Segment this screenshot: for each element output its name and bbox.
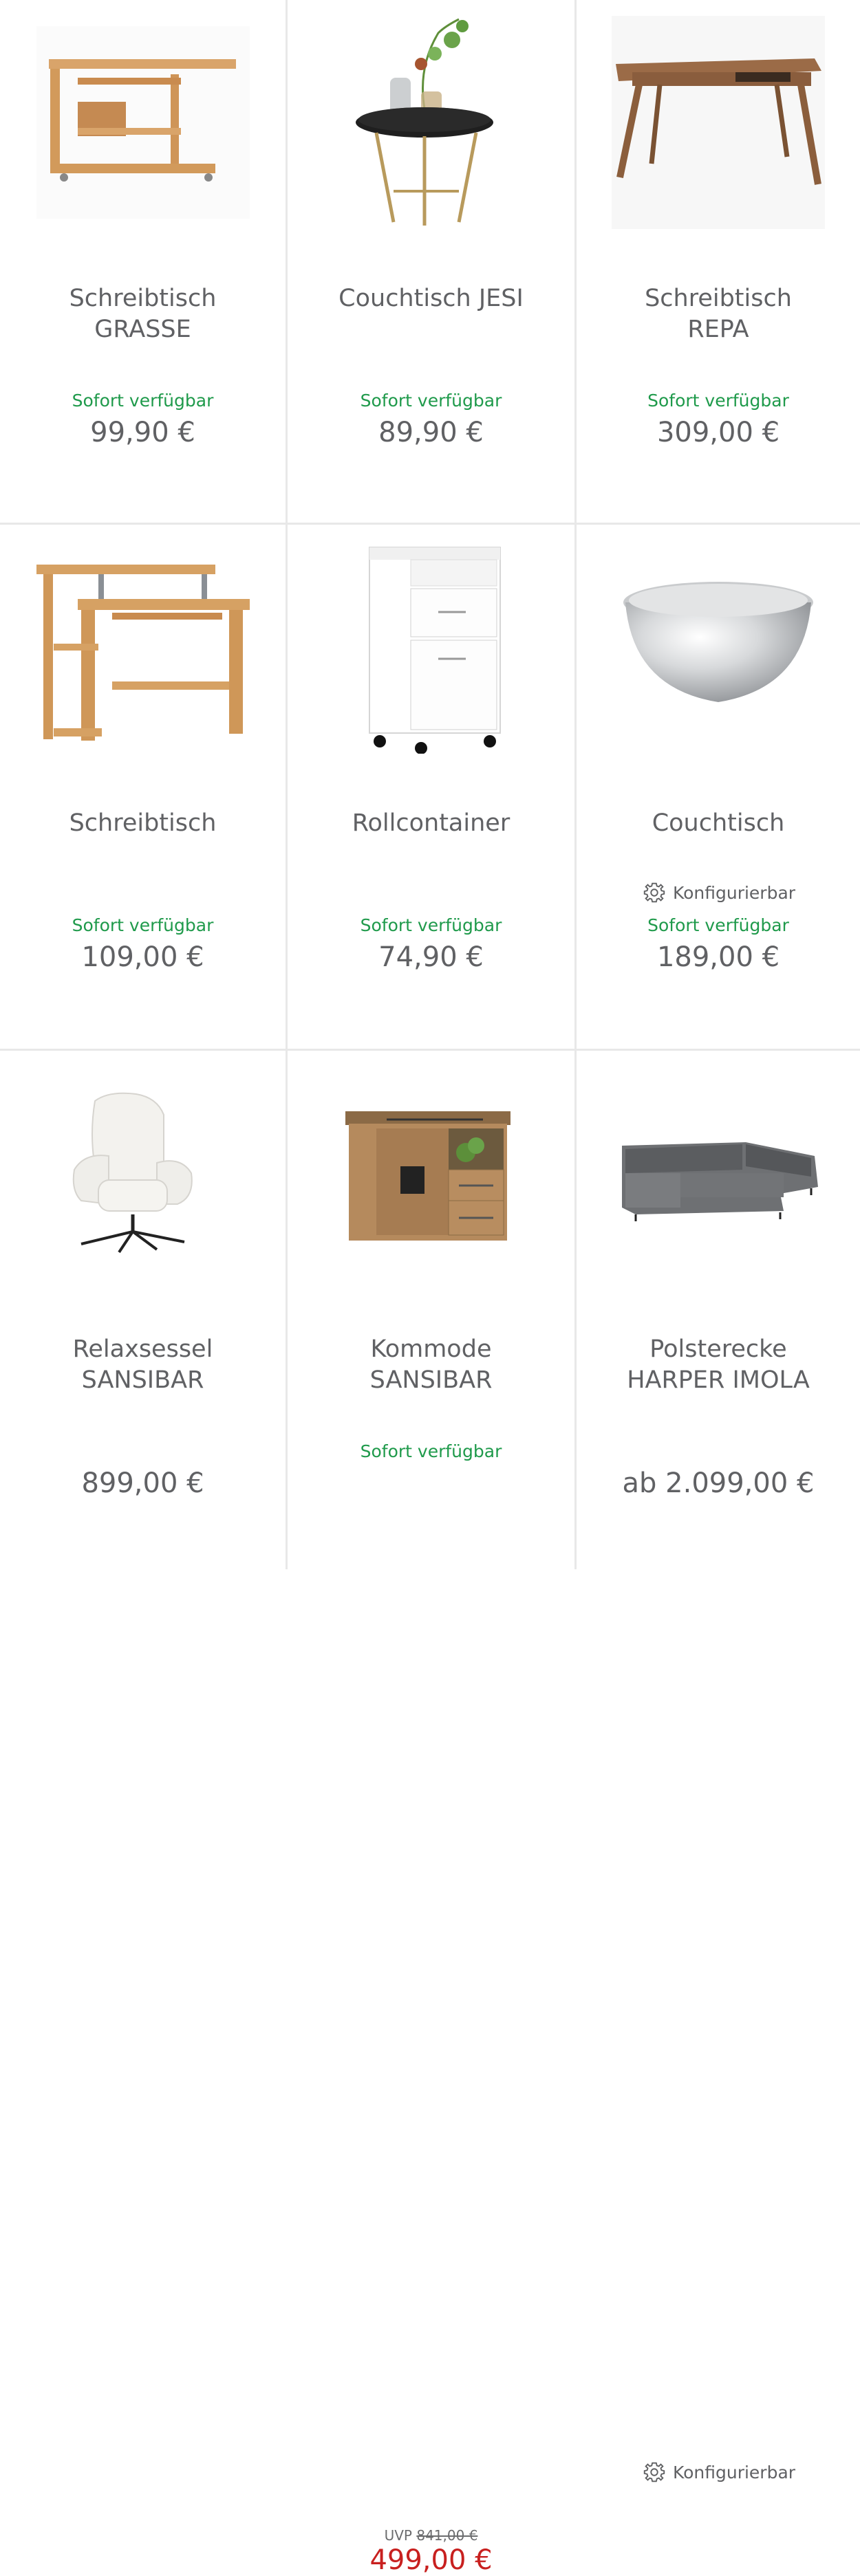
gear-icon [643,882,665,903]
price: ab 2.099,00 € [622,1467,815,1499]
availability-label: Sofort verfügbar [647,391,789,411]
sale-price: 499,00 € [369,2544,493,2576]
price: 899,00 € [81,1467,204,1499]
product-title[interactable]: Schreibtisch REPA [590,283,846,345]
product-image[interactable] [0,530,286,764]
gear-icon [643,2462,665,2482]
product-card-schreibtisch-repa[interactable]: Schreibtisch REPA Sofort verfügbar 309,0… [577,0,860,525]
availability-label: Sofort verfügbar [72,391,214,411]
sideboard-sansibar-image [345,1111,510,1241]
coffee-table-jesi-image [355,18,493,226]
product-image[interactable] [577,530,860,764]
availability-label: Sofort verfügbar [647,915,789,935]
computer-desk-image [36,565,250,741]
configurable-label[interactable]: Konfigurierbar [577,880,860,906]
price: 309,00 € [656,417,780,448]
product-title[interactable]: Couchtisch JESI [301,283,561,314]
product-image[interactable] [577,6,860,239]
product-card-relaxsessel-sansibar[interactable]: Relaxsessel SANSIBAR 899,00 € [0,1051,288,1569]
availability-label: Sofort verfügbar [72,915,214,935]
product-title[interactable]: Schreibtisch [14,808,272,839]
product-card-kommode-sansibar[interactable]: Kommode SANSIBAR Sofort verfügbar UVP 84… [288,1051,577,2576]
product-title[interactable]: Schreibtisch GRASSE [14,283,272,345]
product-image[interactable] [0,1056,286,1290]
desk-repa-image [612,16,825,229]
hammered-bowl-table-image [623,582,813,702]
availability-label: Sofort verfügbar [360,391,502,411]
product-image[interactable] [0,6,286,239]
product-image[interactable] [288,1056,574,1290]
product-image[interactable] [288,6,574,239]
product-title[interactable]: Couchtisch [590,808,846,839]
configurable-label[interactable]: Konfigurierbar [577,2459,860,2485]
product-title[interactable]: Kommode SANSIBAR [301,1334,561,1396]
product-card-schreibtisch[interactable]: Schreibtisch Sofort verfügbar 109,00 € [0,525,288,1051]
product-grid: Schreibtisch GRASSE Sofort verfügbar 99,… [0,0,860,2576]
rolling-container-image [368,547,501,754]
product-title[interactable]: Polsterecke HARPER IMOLA [590,1334,846,1396]
product-card-schreibtisch-grasse[interactable]: Schreibtisch GRASSE Sofort verfügbar 99,… [0,0,288,525]
product-card-polsterecke-harper-imola[interactable]: Polsterecke HARPER IMOLA Konfigurierbar … [577,1051,860,2482]
price: 74,90 € [378,941,484,973]
price: 189,00 € [656,941,780,973]
corner-sofa-image [622,1142,818,1221]
desk-grasse-image [36,26,250,219]
price: 89,90 € [378,417,484,448]
product-image[interactable] [288,530,574,764]
product-image[interactable] [577,1056,860,1290]
availability-label: Sofort verfügbar [360,1441,502,1461]
product-card-rollcontainer[interactable]: Rollcontainer Sofort verfügbar 74,90 € [288,525,577,1051]
old-price: 841,00 € [416,2527,478,2544]
availability-label: Sofort verfügbar [360,915,502,935]
product-card-couchtisch[interactable]: Couchtisch Konfigurierbar Sofort verfügb… [577,525,860,1051]
product-card-couchtisch-jesi[interactable]: Couchtisch JESI Sofort verfügbar 89,90 € [288,0,577,525]
uvp-price: UVP 841,00 € [384,2527,478,2544]
armchair-sansibar-image [72,1092,193,1254]
product-title[interactable]: Rollcontainer [301,808,561,839]
price: 109,00 € [81,941,204,973]
price: 99,90 € [90,417,195,448]
product-title[interactable]: Relaxsessel SANSIBAR [14,1334,272,1396]
